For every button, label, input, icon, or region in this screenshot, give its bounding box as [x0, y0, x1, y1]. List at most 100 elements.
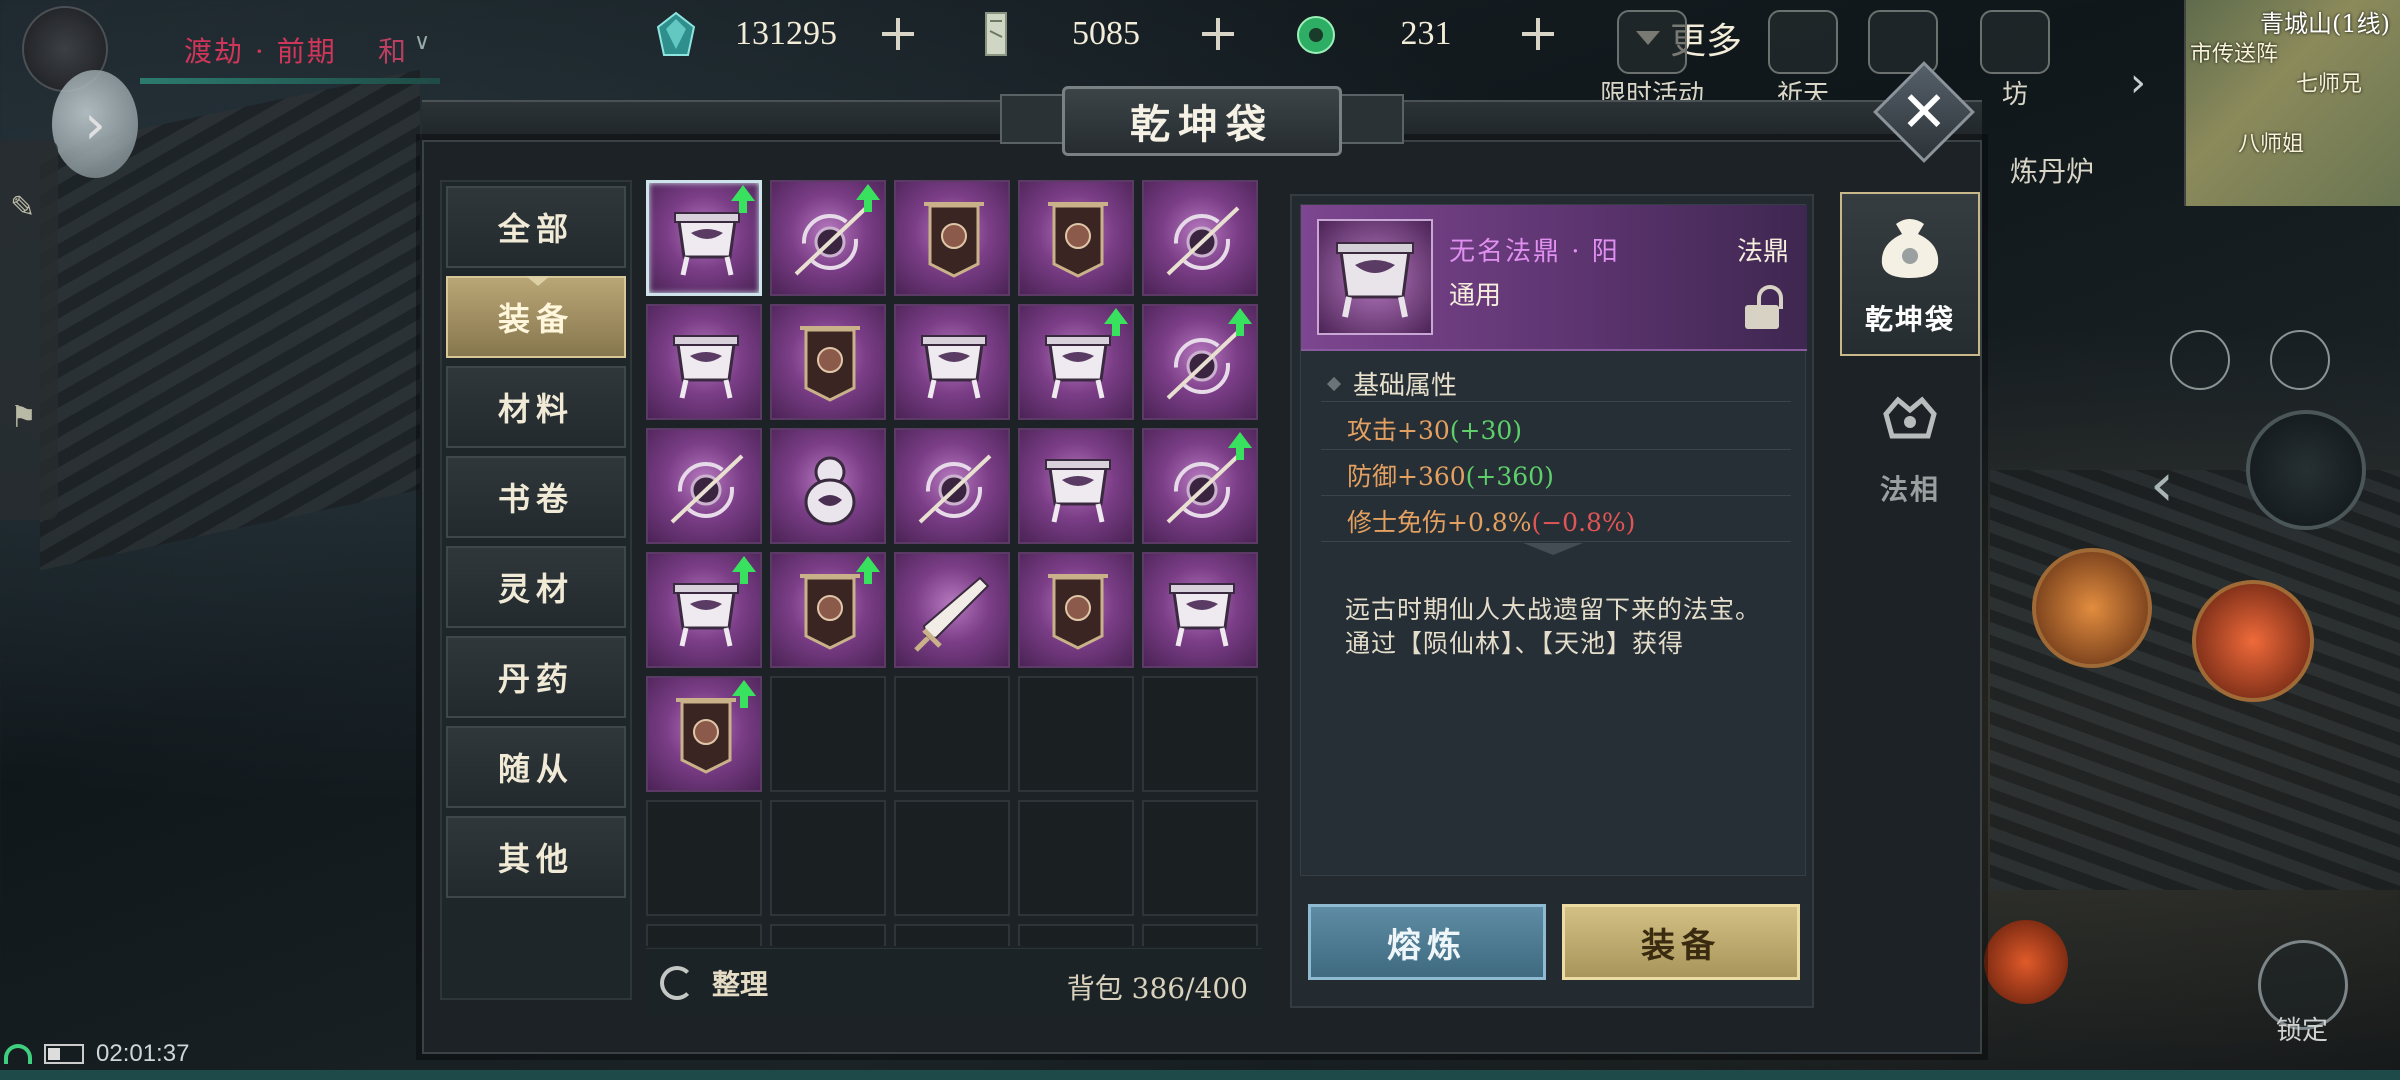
item-slot[interactable] — [646, 552, 762, 668]
category-tab[interactable]: 全部 — [446, 186, 626, 268]
bag-capacity: 背包 386/400 — [1066, 972, 1248, 1005]
category-tab[interactable]: 丹药 — [446, 636, 626, 718]
item-slot[interactable] — [894, 428, 1010, 544]
item-slot[interactable] — [1018, 428, 1134, 544]
empty-slot — [1018, 676, 1134, 792]
equip-button[interactable]: 装备 — [1562, 904, 1800, 980]
smelt-button[interactable]: 熔炼 — [1308, 904, 1546, 980]
category-tab[interactable]: 材料 — [446, 366, 626, 448]
side-tab-dharma-form[interactable]: 法相 — [1840, 360, 1980, 524]
item-art — [1158, 568, 1246, 656]
item-art — [1158, 444, 1246, 532]
blade-swirl-icon — [1166, 206, 1240, 276]
background-roof-right — [1990, 470, 2400, 890]
side-tab-qiankun-bag[interactable]: 乾坤袋 — [1840, 192, 1980, 356]
item-grid — [644, 178, 1264, 946]
item-slot[interactable] — [1142, 180, 1258, 296]
category-tab[interactable]: 其他 — [446, 816, 626, 898]
unlock-icon[interactable] — [1745, 285, 1785, 329]
item-art — [662, 320, 750, 408]
workshop-button[interactable]: 坊 — [1980, 10, 2050, 111]
pray-icon — [1768, 10, 1838, 74]
item-slot[interactable] — [770, 552, 886, 668]
yin-yang-icon[interactable] — [2246, 410, 2366, 530]
add-talisman-button[interactable] — [1200, 16, 1236, 52]
upgrade-arrow-icon — [732, 680, 756, 708]
expand-arrow-button[interactable]: › — [52, 70, 138, 178]
clock: 02:01:37 — [96, 1040, 190, 1067]
upgrade-arrow-icon — [1104, 308, 1128, 336]
stat-attack-delta: (+30) — [1449, 416, 1523, 445]
skill-fire-icon[interactable] — [1984, 920, 2068, 1004]
stat-separator — [1321, 495, 1791, 496]
item-slot[interactable] — [1018, 180, 1134, 296]
item-art — [662, 692, 750, 780]
item-art — [1158, 196, 1246, 284]
talisman-amount: 5085 — [1072, 15, 1140, 52]
category-tab-label: 其他 — [497, 840, 574, 878]
item-slot[interactable] — [1018, 552, 1134, 668]
stat-defense-value: 防御+360 — [1347, 462, 1466, 491]
item-usage: 通用 — [1449, 281, 1502, 311]
category-tab-label: 灵材 — [497, 570, 574, 608]
item-slot[interactable] — [646, 304, 762, 420]
stat-separator — [1321, 401, 1791, 402]
item-slot[interactable] — [770, 180, 886, 296]
base-attributes-heading: 基础属性 — [1326, 365, 1457, 402]
empty-slot — [894, 800, 1010, 916]
category-tab[interactable]: 装备 — [446, 276, 626, 358]
empty-slot — [1018, 800, 1134, 916]
item-slot[interactable] — [646, 428, 762, 544]
banner-icon — [1048, 574, 1108, 650]
scroll-icon[interactable]: ✎ — [10, 190, 48, 228]
swirl-shortcut-icon[interactable] — [2270, 330, 2330, 390]
item-slot[interactable] — [770, 304, 886, 420]
item-slot[interactable] — [894, 180, 1010, 296]
category-tab[interactable]: 随从 — [446, 726, 626, 808]
item-detail-panel: 无名法鼎 · 阳 法鼎 通用 基础属性 攻击+30(+30) 防御+360(+3… — [1290, 194, 1814, 1008]
minimap-expand-icon[interactable]: › — [2130, 60, 2146, 106]
empty-slot — [646, 924, 762, 946]
chevron-down-icon[interactable]: ∨ — [414, 30, 430, 55]
category-tab[interactable]: 书卷 — [446, 456, 626, 538]
back-arrow-icon[interactable]: ‹ — [2150, 450, 2174, 520]
alchemy-furnace-button[interactable]: 炼丹炉 — [2010, 150, 2094, 190]
pouch-shortcut-icon[interactable] — [2170, 330, 2230, 390]
item-header: 无名法鼎 · 阳 法鼎 通用 — [1301, 205, 1807, 351]
side-tab-dharma-form-label: 法相 — [1879, 473, 1940, 506]
sort-button[interactable]: 整理 — [660, 963, 768, 1003]
category-tab[interactable]: 灵材 — [446, 546, 626, 628]
limited-event-button[interactable]: 限时活动 — [1600, 10, 1704, 111]
stat-cultivator-reduction-value: 修士免伤+0.8% — [1347, 508, 1532, 537]
item-art — [910, 444, 998, 532]
banner-icon — [1048, 202, 1108, 278]
add-spirit-stone-button[interactable] — [880, 16, 916, 52]
item-detail-card: 无名法鼎 · 阳 法鼎 通用 基础属性 攻击+30(+30) 防御+360(+3… — [1300, 204, 1807, 876]
item-slot[interactable] — [894, 304, 1010, 420]
spirit-stone-icon — [656, 11, 696, 56]
banner-icon — [800, 574, 860, 650]
item-slot[interactable] — [1018, 304, 1134, 420]
stat-separator — [1321, 541, 1791, 542]
minimap[interactable]: 青城山(1线) 市传送阵 七师兄 八师姐 — [2184, 0, 2400, 206]
skill-fighter-icon[interactable] — [2032, 548, 2152, 668]
add-jade-button[interactable] — [1520, 16, 1556, 52]
flag-icon[interactable]: ⚑ — [10, 400, 48, 438]
cauldron-icon — [1336, 242, 1414, 318]
realm-suffix: 和 — [378, 35, 407, 68]
item-icon-cauldron — [1317, 219, 1433, 335]
skill-flame-icon[interactable] — [2192, 580, 2314, 702]
category-list: 全部 装备 材料 书卷灵材丹药 随从其他 — [440, 180, 632, 1000]
item-slot[interactable] — [770, 428, 886, 544]
upgrade-arrow-icon — [732, 556, 756, 584]
item-slot[interactable] — [1142, 552, 1258, 668]
item-slot[interactable] — [1142, 304, 1258, 420]
event-icon — [1617, 10, 1687, 74]
item-slot[interactable] — [1142, 428, 1258, 544]
empty-slot — [894, 676, 1010, 792]
item-slot[interactable] — [894, 552, 1010, 668]
item-slot[interactable] — [646, 676, 762, 792]
avatar-crown-icon — [1883, 396, 1937, 439]
pray-button[interactable]: 祈天 — [1768, 10, 1838, 111]
item-slot[interactable] — [646, 180, 762, 296]
